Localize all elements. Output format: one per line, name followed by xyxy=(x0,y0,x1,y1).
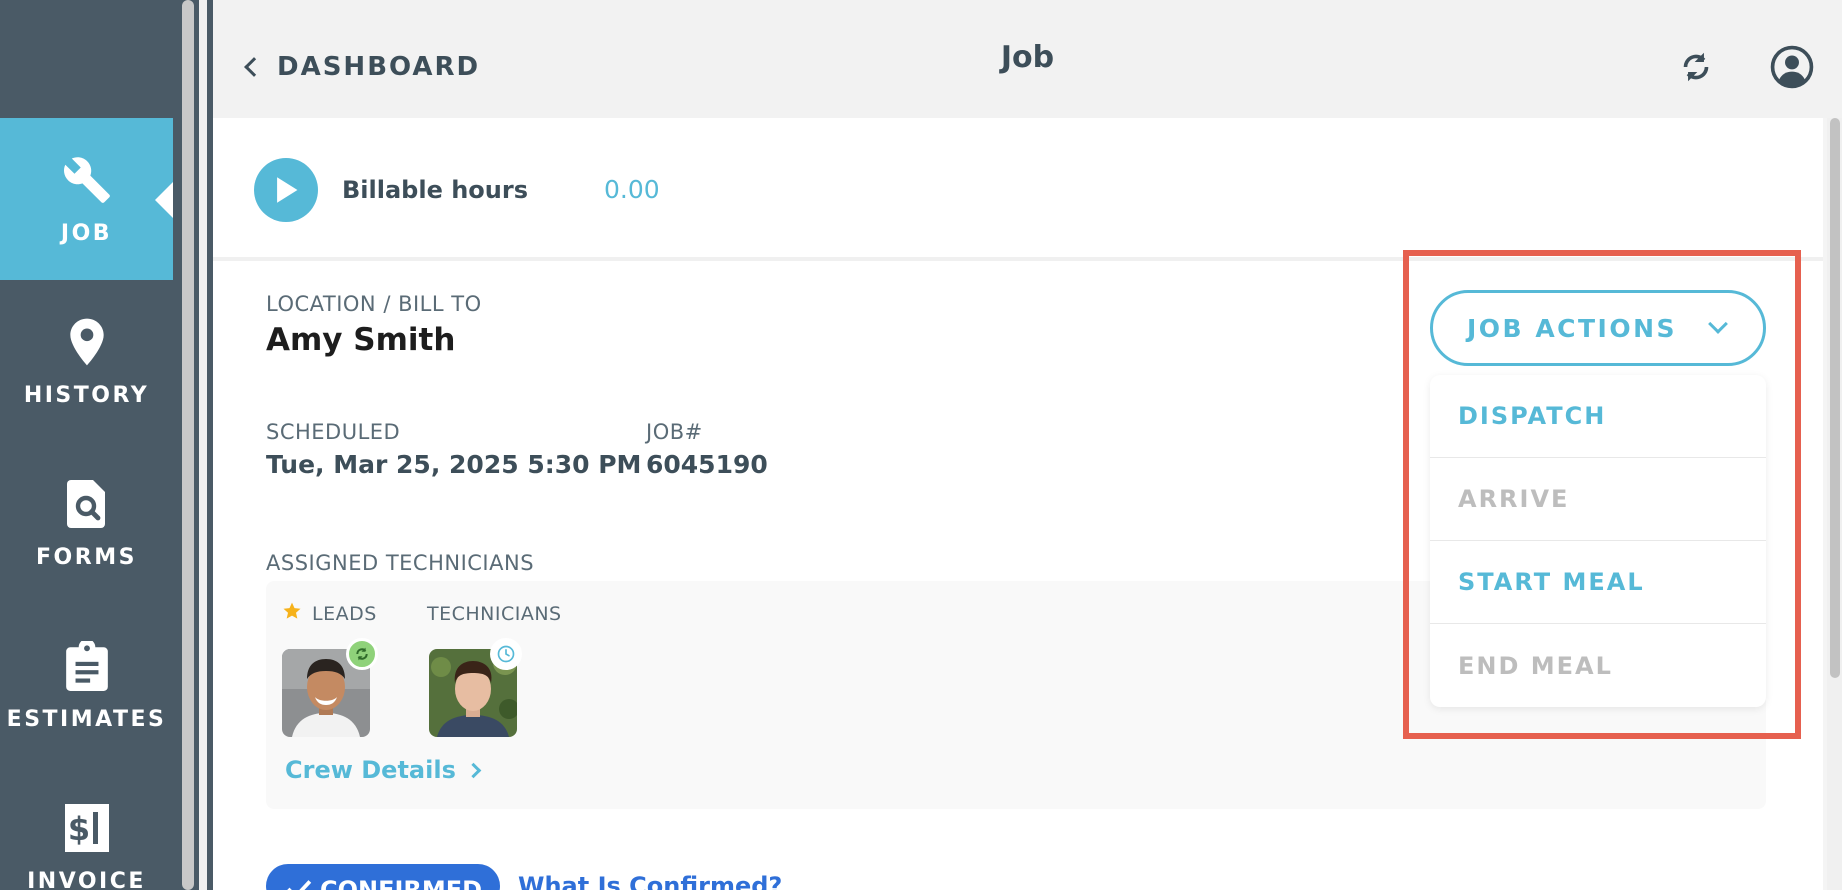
user-profile-icon xyxy=(1770,45,1814,89)
sidebar-item-forms[interactable]: FORMS xyxy=(0,442,173,604)
menu-item-dispatch[interactable]: DISPATCH xyxy=(1430,375,1766,458)
job-actions-button[interactable]: JOB ACTIONS xyxy=(1430,290,1766,366)
confirmed-status-button[interactable]: CONFIRMED xyxy=(266,864,500,890)
sync-status-badge xyxy=(346,638,378,670)
job-number-label: JOB# xyxy=(646,420,703,444)
start-timer-button[interactable] xyxy=(254,158,318,222)
sidebar-item-estimates[interactable]: ESTIMATES xyxy=(0,604,173,766)
checkmark-icon xyxy=(287,880,312,890)
sidebar-item-label: JOB xyxy=(60,220,113,246)
job-number-value: 6045190 xyxy=(646,450,768,479)
crew-details-link[interactable]: Crew Details xyxy=(285,756,482,784)
what-is-confirmed-link[interactable]: What Is Confirmed? xyxy=(518,872,782,890)
sync-icon xyxy=(356,647,368,661)
billable-hours-label: Billable hours xyxy=(342,176,528,204)
billable-hours-value: 0.00 xyxy=(604,175,660,204)
sidebar-item-invoice[interactable]: $ INVOICE xyxy=(0,766,173,890)
page-title: Job xyxy=(1000,40,1055,75)
chevron-down-icon xyxy=(1708,314,1728,334)
technicians-label: TECHNICIANS xyxy=(427,603,562,625)
scheduled-value: Tue, Mar 25, 2025 5:30 PM xyxy=(266,450,642,479)
sidebar-item-label: HISTORY xyxy=(23,382,150,408)
billable-hours-row: Billable hours 0.00 xyxy=(254,158,660,222)
sync-button[interactable] xyxy=(1673,44,1719,90)
sidebar-item-label: FORMS xyxy=(36,544,137,570)
clipboard-icon xyxy=(60,639,114,693)
sidebar: JOB HISTORY FORMS ESTIMATES $ INVOICE xyxy=(0,0,173,890)
sidebar-item-label: INVOICE xyxy=(27,868,146,890)
menu-item-arrive[interactable]: ARRIVE xyxy=(1430,458,1766,541)
map-pin-icon xyxy=(60,315,114,369)
location-label: LOCATION / BILL TO xyxy=(266,292,482,316)
wrench-icon xyxy=(60,153,114,207)
crew-details-label: Crew Details xyxy=(285,756,456,784)
confirmed-label: CONFIRMED xyxy=(320,876,483,890)
sidebar-item-label: ESTIMATES xyxy=(6,706,167,732)
sync-icon xyxy=(1683,52,1709,82)
chevron-right-icon xyxy=(465,762,482,778)
clock-status-badge xyxy=(490,638,522,670)
assigned-technicians-label: ASSIGNED TECHNICIANS xyxy=(266,551,535,575)
document-search-icon xyxy=(60,477,114,531)
sidebar-item-history[interactable]: HISTORY xyxy=(0,280,173,442)
menu-item-end-meal[interactable]: END MEAL xyxy=(1430,624,1766,707)
page-scrollbar[interactable] xyxy=(1827,118,1842,890)
top-header: DASHBOARD Job xyxy=(213,0,1842,118)
page-scroll-thumb[interactable] xyxy=(1830,118,1840,678)
star-icon xyxy=(282,601,302,626)
scheduled-label: SCHEDULED xyxy=(266,420,401,444)
menu-item-start-meal[interactable]: START MEAL xyxy=(1430,541,1766,624)
svg-text:$: $ xyxy=(67,810,89,848)
sidebar-scroll-thumb[interactable] xyxy=(182,0,194,890)
sidebar-scrollbar[interactable] xyxy=(173,0,213,890)
sidebar-item-job[interactable]: JOB xyxy=(0,118,173,280)
leads-label: LEADS xyxy=(312,603,377,625)
clock-icon xyxy=(497,645,515,663)
job-actions-menu: DISPATCH ARRIVE START MEAL END MEAL xyxy=(1430,375,1766,707)
play-icon xyxy=(277,177,298,203)
location-value: Amy Smith xyxy=(266,322,456,358)
job-actions-label: JOB ACTIONS xyxy=(1467,313,1678,343)
invoice-dollar-icon: $ xyxy=(60,801,114,855)
profile-button[interactable] xyxy=(1769,44,1815,90)
